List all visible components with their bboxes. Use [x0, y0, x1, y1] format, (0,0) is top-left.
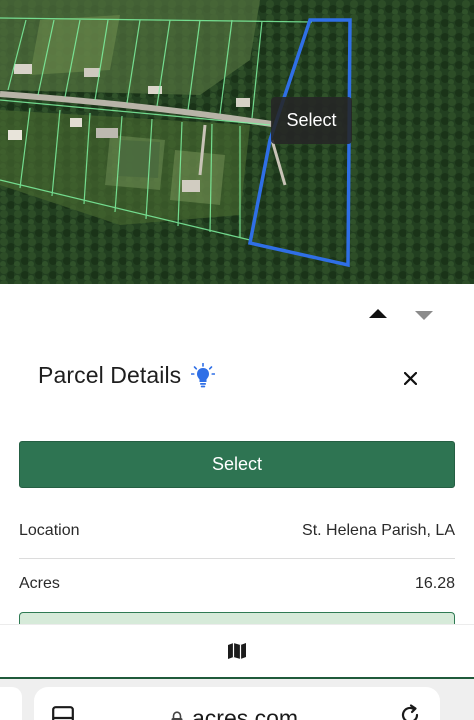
url-text: acres.com: [192, 705, 299, 720]
select-button[interactable]: Select: [19, 441, 455, 488]
location-value: St. Helena Parish, LA: [302, 522, 455, 539]
select-tooltip[interactable]: Select: [271, 97, 352, 144]
page-title: Parcel Details: [38, 362, 182, 388]
divider: [19, 558, 455, 559]
browser-toolbar: acres.com: [0, 679, 474, 720]
previous-tab[interactable]: [0, 687, 22, 720]
map-icon[interactable]: [227, 642, 247, 660]
url-display[interactable]: acres.com: [170, 705, 298, 720]
close-button[interactable]: [396, 364, 424, 392]
select-tooltip-label: Select: [286, 110, 337, 130]
tabs-icon[interactable]: [52, 706, 74, 720]
acres-label: Acres: [19, 575, 60, 592]
location-label: Location: [19, 522, 80, 539]
bottom-nav: [0, 624, 474, 679]
details-header: Parcel Details: [38, 362, 216, 389]
triangle-up-icon[interactable]: [369, 309, 387, 318]
lock-icon: [171, 710, 183, 720]
sheet-toggle: [362, 306, 442, 324]
close-icon: [403, 371, 417, 385]
lightbulb-icon[interactable]: [191, 362, 216, 389]
location-row: Location St. Helena Parish, LA: [19, 520, 455, 542]
reload-icon[interactable]: [398, 703, 422, 720]
acres-row: Acres 16.28: [19, 573, 455, 595]
select-button-label: Select: [211, 454, 263, 474]
acres-value: 16.28: [414, 575, 455, 592]
address-bar[interactable]: acres.com: [34, 687, 440, 720]
parcel-details-sheet: Parcel Details Select Location St. Helen…: [0, 284, 474, 632]
satellite-map[interactable]: Select: [0, 0, 474, 284]
triangle-down-icon[interactable]: [415, 311, 433, 320]
map-canvas[interactable]: [0, 0, 474, 284]
